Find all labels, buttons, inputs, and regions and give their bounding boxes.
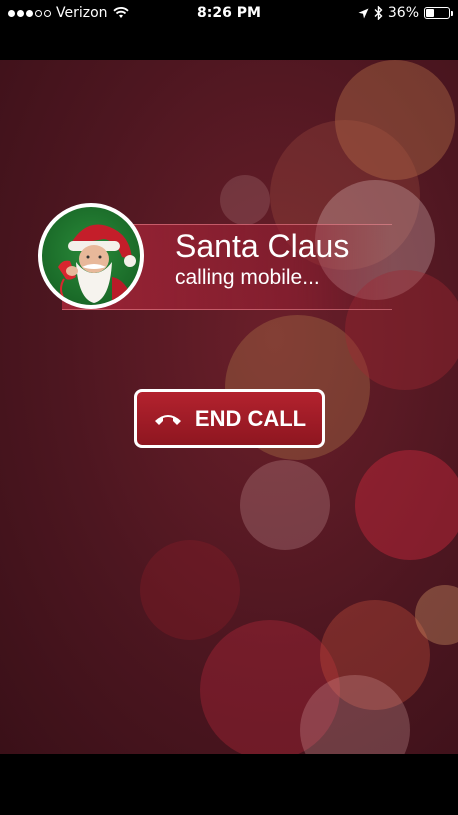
bottom-band	[0, 754, 458, 815]
end-call-button[interactable]: END CALL	[134, 389, 325, 448]
bokeh-light	[140, 540, 240, 640]
phone-hangup-icon	[154, 414, 181, 425]
bokeh-light	[220, 175, 270, 225]
location-arrow-icon	[358, 8, 369, 18]
wifi-icon	[112, 7, 129, 18]
bluetooth-icon	[374, 6, 383, 20]
top-band	[0, 26, 458, 60]
call-status: calling mobile...	[175, 266, 320, 289]
status-right: 36%	[358, 5, 453, 21]
carrier-name: Verizon	[56, 5, 108, 21]
bokeh-light	[355, 450, 458, 560]
caller-avatar	[38, 203, 144, 309]
status-left: Verizon	[8, 5, 129, 21]
bokeh-light	[240, 460, 330, 550]
signal-strength-icon	[8, 9, 51, 17]
end-call-label: END CALL	[194, 405, 307, 431]
battery-icon	[424, 7, 453, 19]
battery-percent: 36%	[387, 5, 419, 21]
caller-name: Santa Claus	[175, 228, 350, 264]
status-bar: Verizon 8:26 PM 36%	[0, 0, 458, 26]
santa-portrait	[58, 224, 136, 305]
